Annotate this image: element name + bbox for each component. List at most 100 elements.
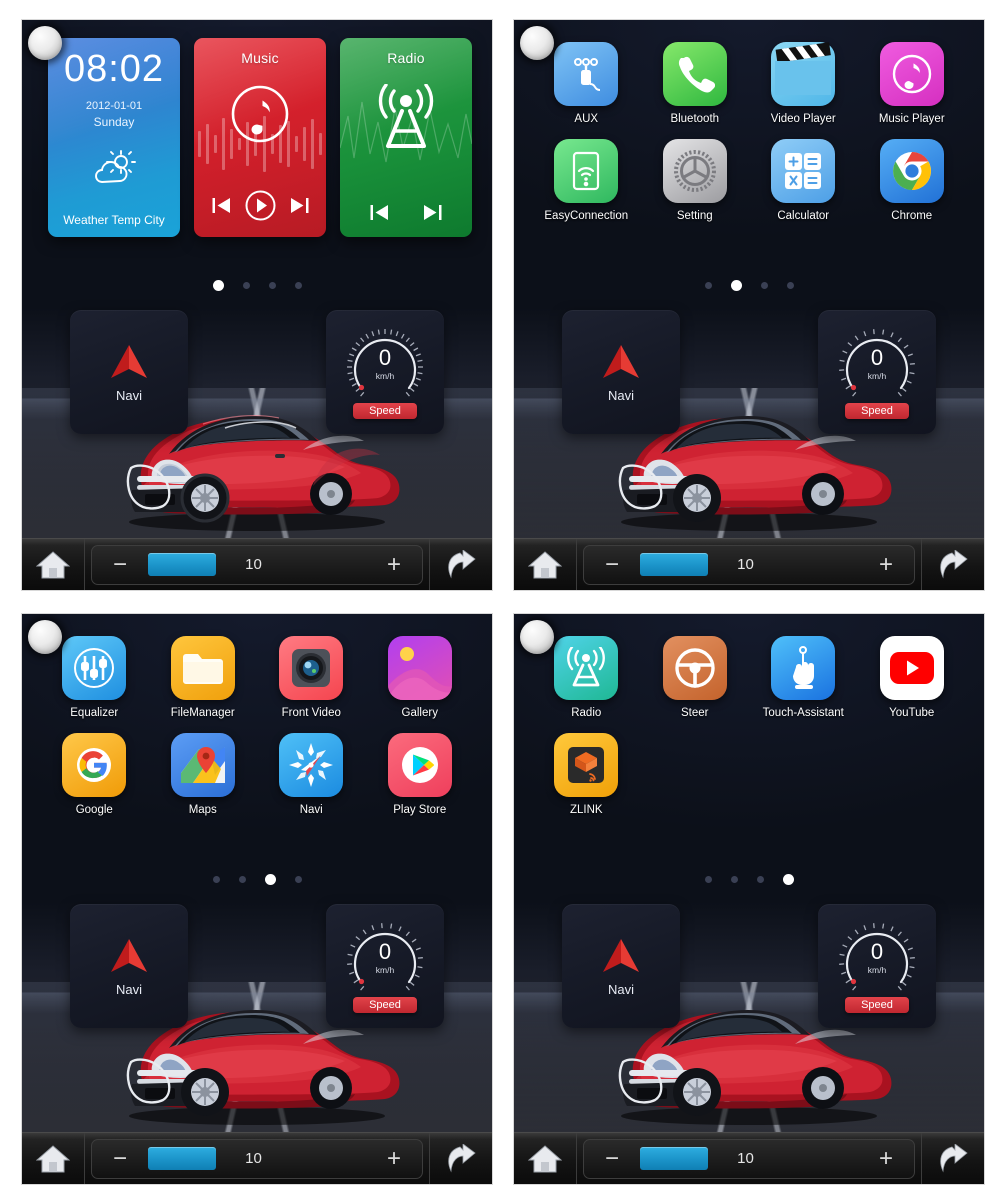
app-google[interactable]: Google — [40, 733, 149, 816]
app-front-video[interactable]: Front Video — [257, 636, 366, 719]
volume-value: 10 — [737, 1150, 754, 1167]
touch-hand-icon — [771, 636, 836, 700]
app-label: Radio — [571, 707, 602, 719]
navi-card[interactable]: Navi — [70, 310, 188, 434]
gear-icon — [662, 139, 727, 203]
speed-button[interactable]: Speed — [845, 403, 909, 419]
app-label: Chrome — [891, 210, 933, 222]
back-arrow-icon — [940, 1143, 968, 1173]
clock-date: 2012-01-01 — [85, 100, 143, 112]
power-knob-icon[interactable] — [28, 620, 62, 654]
skip-next-icon[interactable] — [290, 197, 309, 214]
volume-control[interactable]: − 10 + — [91, 1138, 423, 1179]
skip-previous-icon[interactable] — [370, 204, 389, 221]
app-steer[interactable]: Steer — [641, 636, 750, 719]
music-widget[interactable]: Music — [194, 38, 326, 237]
home-button[interactable] — [22, 539, 84, 590]
radio-widget[interactable]: Radio — [340, 38, 472, 237]
home-button[interactable] — [22, 1133, 84, 1184]
back-button[interactable] — [430, 539, 492, 590]
app-label: Bluetooth — [670, 113, 720, 125]
app-row: ZLINK — [532, 733, 966, 816]
page-indicator-4[interactable] — [514, 874, 984, 885]
home-button[interactable] — [514, 539, 576, 590]
widget-row: 08:02 2012-01-01 Sunday Weather Temp Cit… — [48, 38, 472, 237]
app-navi[interactable]: Navi — [257, 733, 366, 816]
app-zlink[interactable]: ZLINK — [532, 733, 641, 816]
skip-previous-icon[interactable] — [212, 197, 231, 214]
speed-card[interactable]: 0 km/h Speed — [818, 310, 936, 434]
navi-card[interactable]: Navi — [562, 310, 680, 434]
back-button[interactable] — [430, 1133, 492, 1184]
navi-card[interactable]: Navi — [70, 904, 188, 1028]
back-button[interactable] — [922, 539, 984, 590]
app-touch-assistant[interactable]: Touch-Assistant — [749, 636, 858, 719]
volume-plus-button[interactable]: + — [366, 552, 422, 577]
app-bluetooth[interactable]: Bluetooth — [641, 42, 750, 125]
volume-minus-button[interactable]: − — [92, 552, 148, 577]
volume-plus-button[interactable]: + — [858, 552, 914, 577]
taskbar-1: − 10 + — [22, 538, 492, 590]
app-youtube[interactable]: YouTube — [858, 636, 967, 719]
clapperboard-icon — [771, 42, 836, 106]
volume-control[interactable]: − 10 + — [583, 544, 915, 585]
app-label: Touch-Assistant — [762, 707, 844, 719]
taskbar-4: − 10 + — [514, 1132, 984, 1184]
speed-button[interactable]: Speed — [845, 997, 909, 1013]
power-knob-icon[interactable] — [28, 26, 62, 60]
aux-jack-icon — [554, 42, 619, 106]
play-icon[interactable] — [245, 190, 276, 221]
app-setting[interactable]: Setting — [641, 139, 750, 222]
back-button[interactable] — [922, 1133, 984, 1184]
volume-minus-button[interactable]: − — [92, 1146, 148, 1171]
speed-card[interactable]: 0 km/h Speed — [326, 310, 444, 434]
volume-control[interactable]: − 10 + — [91, 544, 423, 585]
panel-page-3: Equalizer FileManager Front Video Galler… — [22, 614, 492, 1184]
navi-card[interactable]: Navi — [562, 904, 680, 1028]
page-indicator-2[interactable] — [514, 280, 984, 291]
app-label: Play Store — [393, 804, 447, 816]
phone-handset-icon — [662, 42, 727, 106]
page-indicator-1[interactable] — [22, 280, 492, 291]
app-chrome[interactable]: Chrome — [858, 139, 967, 222]
volume-level-fill[interactable] — [640, 553, 708, 576]
volume-level-fill[interactable] — [640, 1147, 708, 1170]
speed-card[interactable]: 0 km/h Speed — [326, 904, 444, 1028]
skip-next-icon[interactable] — [423, 204, 442, 221]
volume-level-fill[interactable] — [148, 553, 216, 576]
navi-card-label: Navi — [115, 981, 142, 997]
volume-level-fill[interactable] — [148, 1147, 216, 1170]
app-label: Calculator — [777, 210, 830, 222]
app-label: Front Video — [281, 707, 341, 719]
app-gallery[interactable]: Gallery — [366, 636, 475, 719]
app-grid-4: Radio Steer Touch-Assistant YouTube ZLIN… — [514, 636, 984, 830]
power-knob-icon[interactable] — [520, 620, 554, 654]
speed-button[interactable]: Speed — [353, 997, 417, 1013]
app-play-store[interactable]: Play Store — [366, 733, 475, 816]
volume-plus-button[interactable]: + — [858, 1146, 914, 1171]
app-video-player[interactable]: Video Player — [749, 42, 858, 125]
music-note-icon — [879, 42, 944, 106]
app-calculator[interactable]: Calculator — [749, 139, 858, 222]
speed-gauge: 0 km/h — [834, 325, 920, 399]
app-maps[interactable]: Maps — [149, 733, 258, 816]
calculator-icon — [771, 139, 836, 203]
tablet-wifi-icon — [554, 139, 619, 203]
page-indicator-3[interactable] — [22, 874, 492, 885]
app-filemanager[interactable]: FileManager — [149, 636, 258, 719]
power-knob-icon[interactable] — [520, 26, 554, 60]
app-label: Setting — [676, 210, 713, 222]
speed-value: 0 — [378, 939, 392, 964]
speed-button[interactable]: Speed — [353, 403, 417, 419]
volume-plus-button[interactable]: + — [366, 1146, 422, 1171]
volume-value: 10 — [245, 556, 262, 573]
zlink-icon — [554, 733, 619, 797]
volume-minus-button[interactable]: − — [584, 552, 640, 577]
app-music-player[interactable]: Music Player — [858, 42, 967, 125]
volume-minus-button[interactable]: − — [584, 1146, 640, 1171]
home-button[interactable] — [514, 1133, 576, 1184]
volume-control[interactable]: − 10 + — [583, 1138, 915, 1179]
speed-card[interactable]: 0 km/h Speed — [818, 904, 936, 1028]
clock-widget[interactable]: 08:02 2012-01-01 Sunday Weather Temp Cit… — [48, 38, 180, 237]
app-easyconnection[interactable]: EasyConnection — [532, 139, 641, 222]
